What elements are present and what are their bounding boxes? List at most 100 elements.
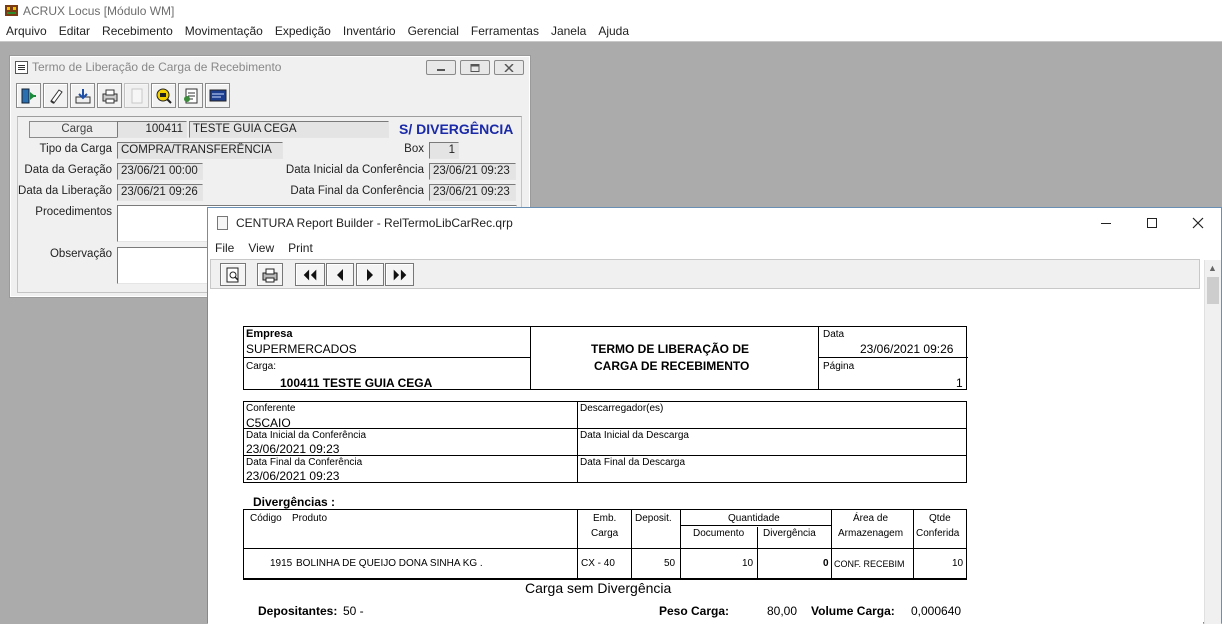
report-file-icon: [217, 216, 228, 230]
volume-value: 0,000640: [911, 604, 962, 618]
col-divider-6: [913, 509, 914, 579]
save-button[interactable]: [70, 83, 95, 108]
disabled-tool-button[interactable]: [124, 83, 149, 108]
scroll-up-icon[interactable]: ▲: [1208, 263, 1217, 273]
menu-recebimento[interactable]: Recebimento: [96, 22, 179, 40]
quantidade-divider: [680, 525, 831, 526]
conferente-row-divider-1: [243, 428, 967, 429]
document-button[interactable]: [178, 83, 203, 108]
menu-ajuda[interactable]: Ajuda: [592, 22, 635, 40]
tipo-carga-field[interactable]: COMPRA/TRANSFERÊNCIA: [117, 142, 283, 159]
menu-file[interactable]: File: [208, 238, 241, 258]
report-print-button[interactable]: [257, 263, 283, 286]
menu-inventario[interactable]: Inventário: [337, 22, 402, 40]
previous-page-button[interactable]: [326, 263, 354, 286]
menu-view[interactable]: View: [241, 238, 281, 258]
col-codigo-header: Código: [250, 513, 282, 524]
report-window-titlebar[interactable]: CENTURA Report Builder - RelTermoLibCarR…: [208, 208, 1221, 238]
report-title-line2: CARGA DE RECEBIMENTO: [594, 359, 750, 373]
document-icon: [183, 88, 197, 103]
report-button[interactable]: [205, 83, 230, 108]
print-button[interactable]: [97, 83, 122, 108]
close-button[interactable]: [494, 60, 524, 75]
report-ini-conf-value: 23/06/2021 09:23: [246, 442, 340, 456]
search-button[interactable]: [151, 83, 176, 108]
previous-page-icon: [337, 268, 343, 281]
fim-descarga-label: Data Final da Descarga: [580, 457, 686, 468]
data-final-conferencia-field[interactable]: 23/06/21 09:23: [429, 184, 516, 201]
conferente-row-divider-2: [243, 455, 967, 456]
divergence-status: S/ DIVERGÊNCIA: [399, 121, 514, 137]
carga-button[interactable]: Carga: [29, 121, 125, 138]
form-icon: [15, 60, 28, 74]
printer-icon: [102, 89, 117, 103]
col-deposit-header: Deposit.: [635, 513, 672, 524]
menu-movimentacao[interactable]: Movimentação: [179, 22, 269, 40]
next-page-button[interactable]: [356, 263, 384, 286]
data-geracao-label: Data da Geração: [24, 164, 112, 176]
col-emb-header-1: Emb.: [593, 513, 617, 524]
sem-divergencia-text: Carga sem Divergência: [525, 580, 672, 596]
carga-code-field[interactable]: 100411: [117, 121, 187, 138]
table-header-divider: [243, 548, 967, 549]
row-deposit: 50: [664, 558, 676, 569]
row-codigo: 1915: [270, 558, 293, 569]
eraser-icon: [49, 88, 63, 104]
report-maximize-button[interactable]: [1129, 208, 1175, 238]
menu-editar[interactable]: Editar: [53, 22, 96, 40]
volume-label: Volume Carga:: [811, 604, 895, 618]
report-minimize-button[interactable]: [1083, 208, 1129, 238]
first-page-button[interactable]: [295, 263, 325, 286]
box-label: Box: [404, 143, 424, 155]
report-menubar: File View Print: [208, 238, 320, 258]
report-page: Empresa SUPERMERCADOS Carga: 100411 TEST…: [208, 290, 1203, 624]
menu-print[interactable]: Print: [281, 238, 320, 258]
row-documento: 10: [742, 558, 754, 569]
empresa-value: SUPERMERCADOS: [246, 342, 357, 356]
exit-button[interactable]: [16, 83, 41, 108]
conferente-label: Conferente: [246, 403, 296, 414]
row-divergencia: 0: [823, 558, 829, 569]
report-toolbar: [210, 259, 1200, 289]
data-liberacao-field[interactable]: 23/06/21 09:26: [117, 184, 203, 201]
menu-janela[interactable]: Janela: [545, 22, 592, 40]
data-label: Data: [823, 329, 845, 340]
report-window-controls: [1083, 208, 1221, 238]
data-inicial-conferencia-field[interactable]: 23/06/21 09:23: [429, 163, 516, 180]
data-value: 23/06/2021 09:26: [860, 342, 954, 356]
minimize-button[interactable]: [426, 60, 456, 75]
data-geracao-field[interactable]: 23/06/21 00:00: [117, 163, 203, 180]
exit-door-icon: [21, 88, 36, 103]
maximize-icon: [470, 63, 480, 72]
app-title: ACRUX Locus [Módulo WM]: [23, 3, 175, 18]
menu-expedicao[interactable]: Expedição: [269, 22, 337, 40]
carga-name-field[interactable]: TESTE GUIA CEGA: [189, 121, 389, 138]
row-produto: BOLINHA DE QUEIJO DONA SINHA KG .: [296, 558, 483, 569]
box-field[interactable]: 1: [429, 142, 459, 159]
clear-button[interactable]: [43, 83, 68, 108]
scroll-thumb[interactable]: [1207, 277, 1219, 304]
last-page-button[interactable]: [385, 263, 414, 286]
report-fim-conf-value: 23/06/2021 09:23: [246, 469, 340, 483]
menu-ferramentas[interactable]: Ferramentas: [465, 22, 545, 40]
header-divider-left: [530, 326, 531, 390]
printer-icon: [262, 268, 278, 282]
col-divider-4: [757, 527, 758, 579]
data-inicial-conferencia-label: Data Inicial da Conferência: [285, 164, 424, 176]
data-liberacao-label: Data da Liberação: [18, 185, 112, 197]
maximize-button[interactable]: [460, 60, 490, 75]
menu-arquivo[interactable]: Arquivo: [0, 22, 53, 40]
acrux-logo-icon: [5, 5, 18, 16]
header-divider-data: [818, 357, 968, 358]
report-title-line1: TERMO DE LIBERAÇÃO DE: [591, 342, 750, 356]
pagina-value: 1: [956, 376, 963, 390]
report-close-button[interactable]: [1175, 208, 1221, 238]
preview-button[interactable]: [220, 263, 246, 286]
tipo-carga-label: Tipo da Carga: [39, 143, 112, 155]
col-divergencia-header: Divergência: [763, 528, 816, 539]
last-page-icon: [393, 269, 406, 280]
menu-gerencial[interactable]: Gerencial: [402, 22, 465, 40]
col-quantidade-header: Quantidade: [728, 513, 780, 524]
report-vertical-scrollbar[interactable]: ▲: [1204, 260, 1221, 624]
report-carga-label: Carga:: [246, 361, 277, 372]
